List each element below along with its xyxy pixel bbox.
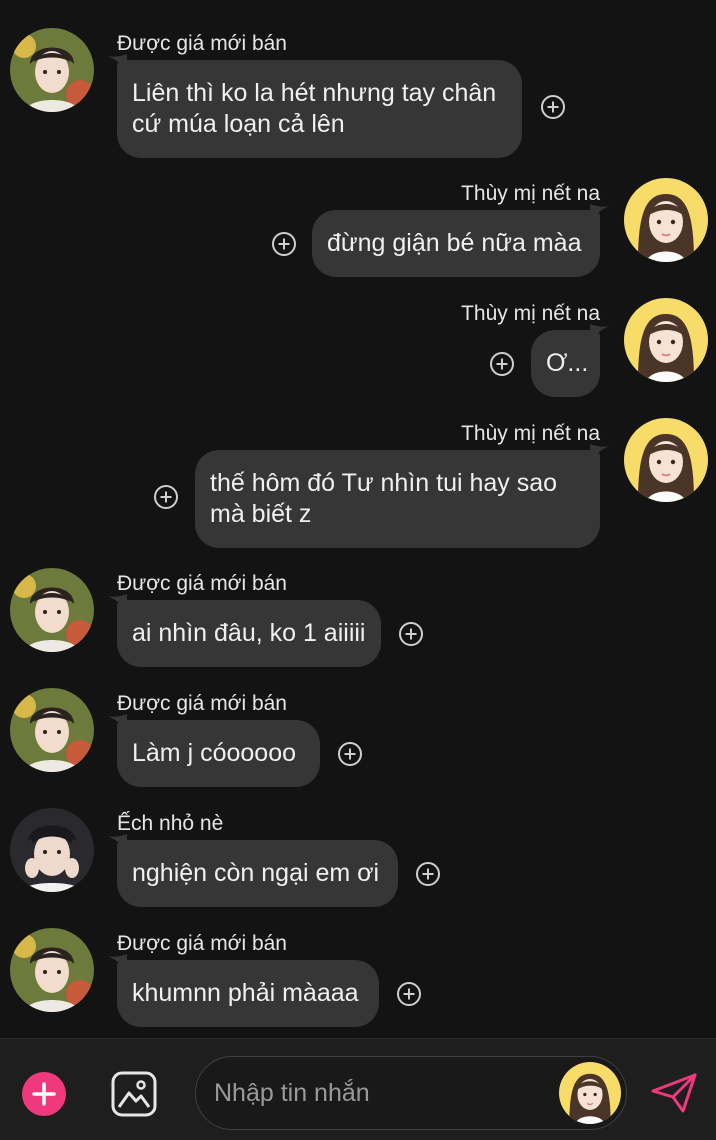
bubble-tail xyxy=(107,954,127,972)
message-text: đừng giận bé nữa màa xyxy=(327,229,582,257)
sender-name[interactable]: Được giá mới bán xyxy=(117,572,287,596)
avatar-boy[interactable] xyxy=(10,928,94,1012)
sender-name[interactable]: Được giá mới bán xyxy=(117,32,287,56)
avatar-boy[interactable] xyxy=(10,688,94,772)
bubble-tail xyxy=(107,54,127,72)
chat-message-list[interactable]: Được giá mới bán Liên thì ko la hét nhưng… xyxy=(0,0,716,1038)
add-reaction-icon[interactable] xyxy=(415,861,441,887)
send-button[interactable] xyxy=(650,1071,698,1115)
avatar-man[interactable] xyxy=(10,808,94,892)
avatar-girl[interactable] xyxy=(624,178,708,262)
image-icon xyxy=(111,1071,157,1117)
message-bubble[interactable]: nghiện còn ngại em ơi xyxy=(107,834,398,907)
sender-name[interactable]: Được giá mới bán xyxy=(117,932,287,956)
avatar-girl[interactable] xyxy=(624,298,708,382)
add-reaction-icon[interactable] xyxy=(398,621,424,647)
message-text: Ơ... xyxy=(546,349,589,377)
message-text: Liên thì ko la hét nhưng tay chân xyxy=(132,79,497,107)
add-reaction-icon[interactable] xyxy=(153,484,179,510)
avatar-girl[interactable] xyxy=(624,418,708,502)
message-text: khumnn phải màaaa xyxy=(132,979,359,1007)
bubble-tail xyxy=(590,324,610,342)
sender-name[interactable]: Ếch nhỏ nè xyxy=(117,812,223,836)
bubble-tail xyxy=(107,834,127,852)
avatar-boy[interactable] xyxy=(10,28,94,112)
message-bubble[interactable]: thế hôm đó Tư nhìn tui hay sao mà biết z xyxy=(195,444,610,548)
add-button[interactable] xyxy=(22,1072,66,1116)
bubble-tail xyxy=(590,444,610,462)
message-bubble[interactable]: ai nhìn đâu, ko 1 aiiiii xyxy=(107,594,381,667)
send-icon xyxy=(651,1073,697,1113)
message-bubble[interactable]: Làm j cóooooo xyxy=(107,714,320,787)
message-text: ai nhìn đâu, ko 1 aiiiii xyxy=(132,619,366,647)
add-reaction-icon[interactable] xyxy=(396,981,422,1007)
current-user-avatar[interactable] xyxy=(559,1062,621,1124)
message-bubble[interactable]: Ơ... xyxy=(531,324,610,397)
plus-icon xyxy=(32,1082,56,1106)
bubble-tail xyxy=(590,204,610,222)
message-text: cứ múa loạn cả lên xyxy=(132,110,345,138)
bubble-tail xyxy=(107,714,127,732)
sender-name[interactable]: Thùy mị nết na xyxy=(461,422,600,446)
add-reaction-icon[interactable] xyxy=(540,94,566,120)
add-reaction-icon[interactable] xyxy=(337,741,363,767)
bubble-tail xyxy=(107,594,127,612)
message-text: mà biết z xyxy=(210,500,312,528)
message-text: Làm j cóooooo xyxy=(132,739,297,767)
sender-name[interactable]: Thùy mị nết na xyxy=(461,302,600,326)
message-text: thế hôm đó Tư nhìn tui hay sao xyxy=(210,469,558,497)
message-input[interactable]: Nhập tin nhắn xyxy=(195,1056,627,1130)
message-input-bar: Nhập tin nhắn xyxy=(0,1038,716,1140)
image-button[interactable] xyxy=(110,1070,158,1118)
message-bubble[interactable]: khumnn phải màaaa xyxy=(107,954,379,1027)
avatar-boy[interactable] xyxy=(10,568,94,652)
sender-name[interactable]: Thùy mị nết na xyxy=(461,182,600,206)
sender-name[interactable]: Được giá mới bán xyxy=(117,692,287,716)
message-bubble[interactable]: đừng giận bé nữa màa xyxy=(312,204,610,277)
message-input-placeholder: Nhập tin nhắn xyxy=(214,1079,370,1107)
add-reaction-icon[interactable] xyxy=(271,231,297,257)
message-text: nghiện còn ngại em ơi xyxy=(132,859,380,887)
add-reaction-icon[interactable] xyxy=(489,351,515,377)
message-bubble[interactable]: Liên thì ko la hét nhưng tay chân cứ múa … xyxy=(107,54,522,158)
